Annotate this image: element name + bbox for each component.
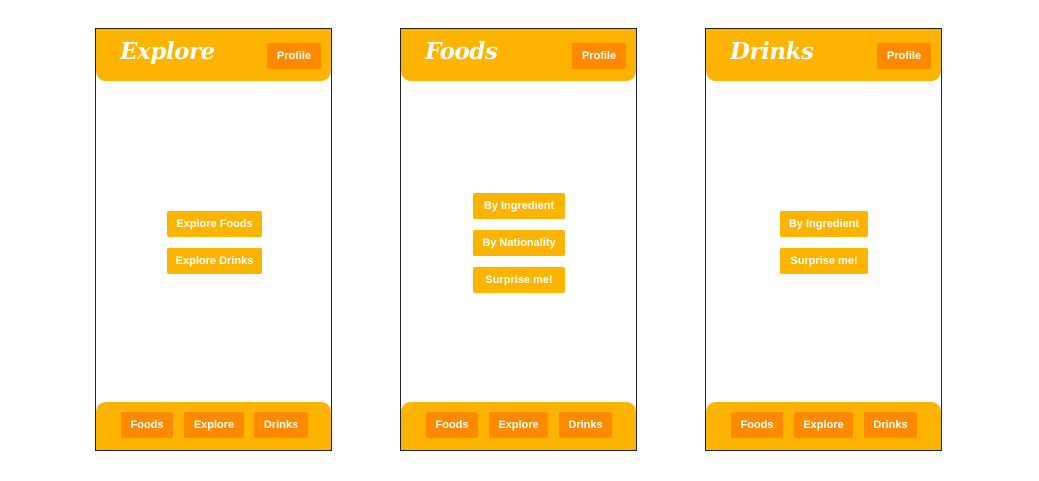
page-title: Drinks [730,38,814,65]
app-header: Explore Profile [96,29,331,81]
profile-button[interactable]: Profile [877,43,931,69]
footer-nav: Foods Explore Drinks [96,402,331,450]
footer-nav: Foods Explore Drinks [706,402,941,450]
drinks-screen: Drinks Profile By Ingredient Surprise me… [705,28,942,451]
page-title: Foods [425,38,498,65]
by-nationality-button[interactable]: By Nationality [473,230,565,256]
footer-foods-button[interactable]: Foods [426,412,478,438]
footer-drinks-button[interactable]: Drinks [864,412,917,438]
footer-explore-button[interactable]: Explore [489,412,548,438]
foods-screen: Foods Profile By Ingredient By Nationali… [400,28,637,451]
footer-drinks-button[interactable]: Drinks [559,412,612,438]
explore-drinks-button[interactable]: Explore Drinks [167,248,262,274]
profile-button[interactable]: Profile [267,43,321,69]
footer-foods-button[interactable]: Foods [731,412,783,438]
explore-screen: Explore Profile Explore Foods Explore Dr… [95,28,332,451]
app-header: Drinks Profile [706,29,941,81]
surprise-me-button[interactable]: Surprise me! [473,267,565,293]
content-area: By Ingredient By Nationality Surprise me… [401,81,636,404]
footer-nav: Foods Explore Drinks [401,402,636,450]
by-ingredient-button[interactable]: By Ingredient [473,193,565,219]
explore-foods-button[interactable]: Explore Foods [167,211,262,237]
footer-explore-button[interactable]: Explore [184,412,244,438]
footer-explore-button[interactable]: Explore [794,412,853,438]
footer-drinks-button[interactable]: Drinks [254,412,308,438]
content-area: Explore Foods Explore Drinks [96,81,331,404]
surprise-me-button[interactable]: Surprise me! [780,248,868,274]
content-area: By Ingredient Surprise me! [706,81,941,404]
by-ingredient-button[interactable]: By Ingredient [780,211,868,237]
footer-foods-button[interactable]: Foods [121,412,173,438]
page-title: Explore [120,38,215,65]
profile-button[interactable]: Profile [572,43,626,69]
app-header: Foods Profile [401,29,636,81]
